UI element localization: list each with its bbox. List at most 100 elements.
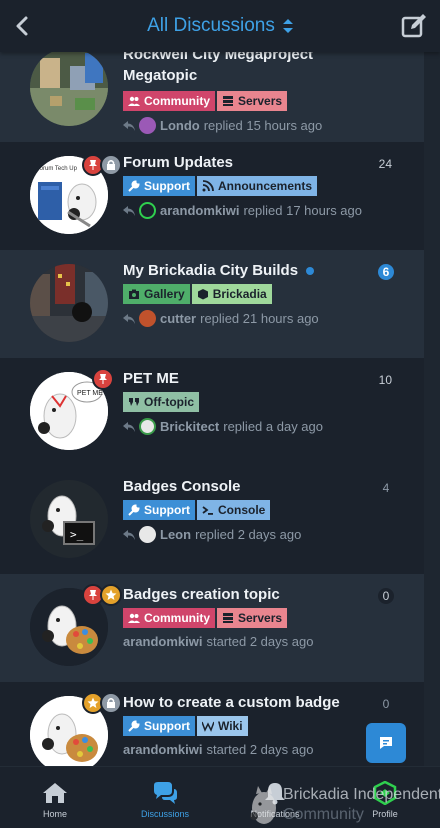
username[interactable]: Leon — [160, 527, 191, 542]
tab-profile[interactable]: Profile — [330, 767, 440, 828]
activity-time: replied a day ago — [223, 419, 323, 434]
bottom-tab-bar: Home Discussions Notifications Profile — [0, 766, 440, 828]
discussion-item[interactable]: PET ME PET ME Off-topic Brickitect repli… — [0, 358, 424, 466]
wrench-icon — [128, 504, 140, 516]
discussion-meta: cutter replied 21 hours ago — [123, 310, 378, 327]
discussion-item[interactable]: Badges creation topic Community Servers … — [0, 574, 424, 682]
discussion-item[interactable]: Forum Tech Up Forum Updates Support Anno… — [0, 142, 424, 250]
discussion-title[interactable]: Badges creation topic — [123, 586, 378, 603]
discussion-title[interactable]: My Brickadia City Builds — [123, 262, 378, 279]
star-icon — [87, 697, 99, 708]
reply-count: 0 — [378, 588, 394, 604]
discussion-title[interactable]: Forum Updates — [123, 154, 378, 171]
terminal-icon — [202, 506, 213, 515]
page-title: All Discussions — [147, 15, 275, 36]
tag-community[interactable]: Community — [123, 608, 215, 628]
featured-badge — [100, 584, 122, 606]
discussion-meta: Brickitect replied a day ago — [123, 418, 378, 435]
pin-icon — [89, 590, 97, 600]
pin-icon — [99, 374, 107, 384]
discussion-meta: Londo replied 15 hours ago — [123, 117, 378, 134]
reply-icon — [123, 205, 135, 216]
username[interactable]: Londo — [160, 118, 200, 133]
tab-discussions[interactable]: Discussions — [110, 767, 220, 828]
user-avatar — [139, 526, 156, 543]
username[interactable]: Brickitect — [160, 419, 219, 434]
user-avatar — [139, 202, 156, 219]
avatar — [30, 264, 108, 342]
username[interactable]: cutter — [160, 311, 196, 326]
discussion-meta: arandomkiwi replied 17 hours ago — [123, 202, 378, 219]
discussion-list: Rockwell City Megaproject Megatopic Comm… — [0, 34, 440, 790]
home-icon — [43, 783, 67, 803]
pin-icon — [89, 160, 97, 170]
discussion-meta: arandomkiwi started 2 days ago — [123, 634, 378, 649]
avatar: >_ — [30, 480, 108, 558]
svg-text:>_: >_ — [70, 528, 84, 541]
discussion-title[interactable]: How to create a custom badge — [123, 694, 378, 711]
reply-count: 10 — [376, 372, 394, 388]
chat-icon — [154, 782, 177, 804]
chevron-left-icon[interactable] — [10, 13, 36, 39]
reply-count: 4 — [382, 481, 390, 495]
unread-dot — [306, 267, 315, 275]
tag-support[interactable]: Support — [123, 500, 195, 520]
tag-servers[interactable]: Servers — [217, 91, 288, 111]
tag-off-topic[interactable]: Off-topic — [123, 392, 199, 412]
tag-support[interactable]: Support — [123, 716, 195, 736]
lock-icon — [107, 160, 115, 170]
lock-icon — [107, 698, 115, 708]
users-icon — [128, 613, 140, 623]
quote-icon — [129, 398, 139, 406]
wrench-icon — [128, 720, 140, 732]
activity-time: replied 21 hours ago — [200, 311, 319, 326]
tag-community[interactable]: Community — [123, 91, 215, 111]
wikipedia-icon — [202, 721, 214, 732]
username[interactable]: arandomkiwi — [160, 203, 239, 218]
reply-icon — [123, 529, 135, 540]
profile-icon — [373, 781, 397, 805]
discussion-item[interactable]: >_ Badges Console Support Console Leon r… — [0, 466, 424, 574]
bell-icon — [265, 783, 285, 805]
username[interactable]: arandomkiwi — [123, 634, 202, 649]
reply-count: 0 — [382, 697, 390, 711]
tab-notifications[interactable]: Notifications — [220, 767, 330, 828]
tag-gallery[interactable]: Gallery — [123, 284, 190, 304]
username[interactable]: arandomkiwi — [123, 742, 202, 757]
discussion-title[interactable]: Badges Console — [123, 478, 378, 495]
discussion-filter-dropdown[interactable]: All Discussions — [147, 15, 293, 37]
tag-support[interactable]: Support — [123, 176, 195, 196]
new-discussion-button[interactable] — [366, 723, 406, 763]
tag-brickadia[interactable]: Brickadia — [191, 284, 272, 304]
activity-time: started 2 days ago — [206, 634, 314, 649]
cube-icon — [197, 289, 208, 300]
tag-announcements[interactable]: Announcements — [197, 176, 318, 196]
unread-count-badge: 6 — [378, 264, 394, 280]
tag-wiki[interactable]: Wiki — [197, 716, 248, 736]
discussion-title[interactable]: PET ME — [123, 370, 378, 387]
locked-badge — [100, 692, 122, 714]
pinned-badge — [92, 368, 114, 390]
camera-icon — [129, 289, 139, 299]
reply-count: 24 — [376, 156, 394, 172]
server-icon — [223, 96, 233, 106]
discussion-item[interactable]: My Brickadia City Builds Gallery Brickad… — [0, 250, 424, 358]
user-avatar — [139, 310, 156, 327]
svg-text:Forum Tech Up: Forum Tech Up — [36, 166, 78, 172]
activity-time: replied 2 days ago — [195, 527, 302, 542]
sort-icon — [282, 19, 293, 33]
new-post-icon — [380, 737, 392, 749]
tag-servers[interactable]: Servers — [217, 608, 288, 628]
discussion-meta: Leon replied 2 days ago — [123, 526, 378, 543]
activity-time: replied 17 hours ago — [243, 203, 362, 218]
svg-text:PET ME: PET ME — [77, 390, 103, 397]
compose-icon[interactable] — [400, 12, 428, 40]
user-avatar — [139, 117, 156, 134]
users-icon — [128, 96, 140, 106]
tab-home[interactable]: Home — [0, 767, 110, 828]
tag-console[interactable]: Console — [197, 500, 271, 520]
star-icon — [105, 589, 117, 600]
discussion-meta: arandomkiwi started 2 days ago — [123, 742, 378, 757]
user-avatar — [139, 418, 156, 435]
locked-badge — [100, 154, 122, 176]
